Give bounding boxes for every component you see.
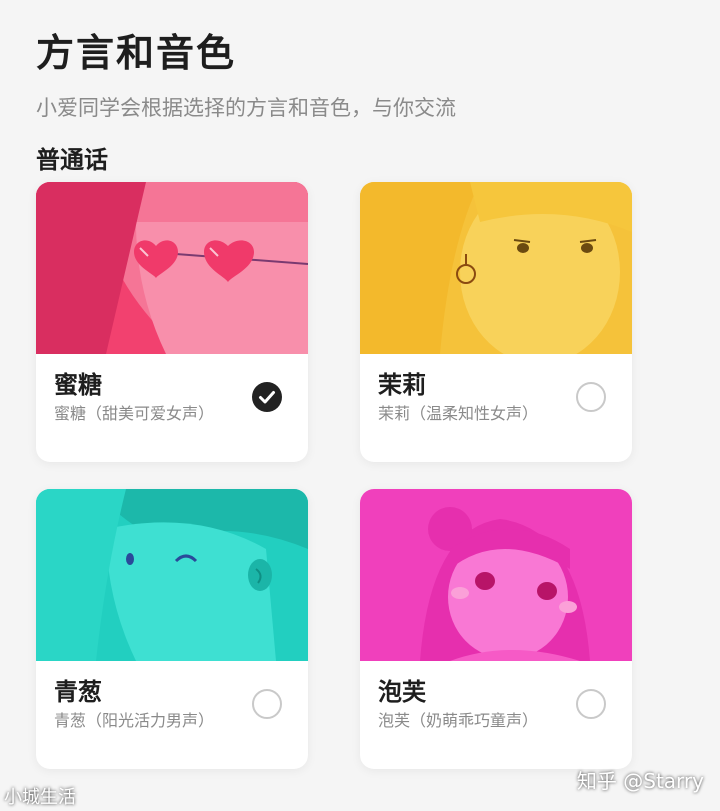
- voice-description: 蜜糖（甜美可爱女声）: [54, 404, 215, 423]
- voice-description: 泡芙（奶萌乖巧童声）: [378, 711, 539, 730]
- voice-name: 青葱: [54, 678, 102, 706]
- voice-name: 茉莉: [378, 371, 426, 399]
- voice-card-paofu[interactable]: 泡芙 泡芙（奶萌乖巧童声）: [360, 489, 632, 769]
- voice-card-qingcong[interactable]: 青葱 青葱（阳光活力男声）: [36, 489, 308, 769]
- page-title: 方言和音色: [36, 31, 237, 75]
- voice-card-mitang[interactable]: 蜜糖 蜜糖（甜美可爱女声）: [36, 182, 308, 462]
- voice-illustration-qingcong: [36, 489, 308, 661]
- voice-illustration-mitang: [36, 182, 308, 354]
- check-icon[interactable]: [252, 382, 282, 412]
- section-heading-mandarin: 普通话: [36, 146, 108, 174]
- voice-description: 青葱（阳光活力男声）: [54, 711, 215, 730]
- voice-illustration-paofu: [360, 489, 632, 661]
- radio-empty-icon[interactable]: [252, 689, 282, 719]
- voice-card-moli[interactable]: 茉莉 茉莉（温柔知性女声）: [360, 182, 632, 462]
- voice-name: 蜜糖: [54, 371, 102, 399]
- watermark-right: 知乎 @Starry: [576, 769, 704, 793]
- voice-illustration-moli: [360, 182, 632, 354]
- radio-empty-icon[interactable]: [576, 382, 606, 412]
- voice-name: 泡芙: [378, 678, 426, 706]
- watermark-left: 小城生活: [4, 787, 76, 808]
- page-subtitle: 小爱同学会根据选择的方言和音色，与你交流: [36, 96, 456, 120]
- radio-empty-icon[interactable]: [576, 689, 606, 719]
- voice-description: 茉莉（温柔知性女声）: [378, 404, 539, 423]
